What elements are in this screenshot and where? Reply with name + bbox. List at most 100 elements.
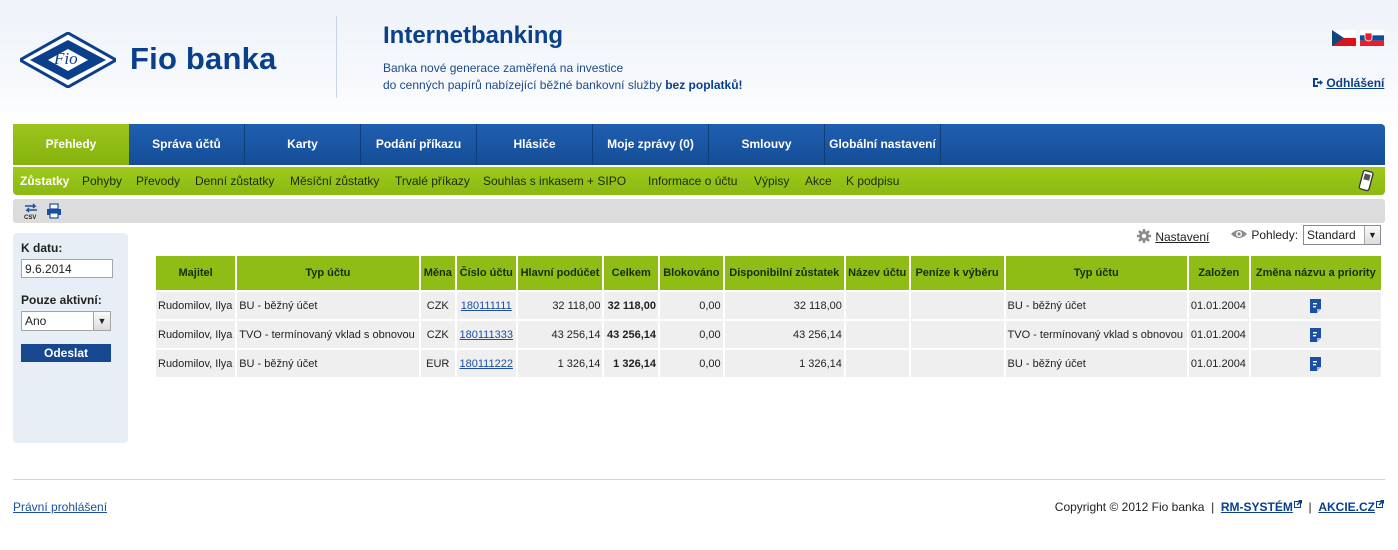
subnav-prevody[interactable]: Převody [136, 167, 180, 195]
logout-label[interactable]: Odhlášení [1326, 76, 1384, 90]
page-header: Fio Fio banka Internetbanking Banka nové… [0, 0, 1398, 125]
tab-globalni-nastaveni[interactable]: Globální nastavení [825, 124, 941, 165]
sub-nav: Zůstatky Pohyby Převody Denní zůstatky M… [13, 167, 1385, 195]
cell-withdraw [910, 321, 1004, 348]
subnav-zustatky[interactable]: Zůstatky [20, 167, 69, 195]
tab-moje-zpravy[interactable]: Moje zprávy (0) [593, 124, 709, 165]
cell-name [845, 321, 909, 348]
cell-total: 32 118,00 [604, 292, 658, 319]
col-header[interactable]: Název účtu [845, 256, 909, 290]
chevron-down-icon: ▼ [93, 312, 110, 330]
active-only-select[interactable]: Ano ▼ [21, 311, 111, 331]
col-header[interactable]: Měna [420, 256, 455, 290]
active-only-value: Ano [25, 314, 47, 328]
footer-left: Právní prohlášení [13, 500, 107, 514]
tab-smlouvy[interactable]: Smlouvy [709, 124, 825, 165]
csv-export-icon[interactable]: CSV [23, 202, 41, 220]
subnav-pohyby[interactable]: Pohyby [82, 167, 122, 195]
subnav-k-podpisu[interactable]: K podpisu [846, 167, 899, 195]
header-divider [336, 16, 337, 98]
account-number-link[interactable]: 180111111 [461, 300, 512, 312]
logo-mark-text: Fio [54, 49, 78, 68]
cell-number: 180111333 [456, 321, 516, 348]
slovak-flag-icon[interactable] [1360, 30, 1384, 46]
cell-main: 43 256,14 [517, 321, 603, 348]
header-subtitle-2: do cenných papírů nabízející běžné banko… [383, 78, 743, 92]
settings-label[interactable]: Nastavení [1155, 230, 1209, 244]
col-header[interactable]: Blokováno [659, 256, 723, 290]
cell-name [845, 292, 909, 319]
edit-icon[interactable] [1310, 356, 1322, 371]
fio-logo[interactable]: Fio Fio banka [20, 32, 320, 88]
footer-separator: | [1308, 500, 1312, 514]
logout-link[interactable]: Odhlášení [1312, 76, 1384, 90]
rm-system-link[interactable]: RM-SYSTÉM [1221, 500, 1293, 514]
account-number-link[interactable]: 180111222 [460, 358, 513, 370]
col-header[interactable]: Typ účtu [237, 256, 419, 290]
subnav-informace-o-uctu[interactable]: Informace o účtu [648, 167, 737, 195]
czech-flag-icon[interactable] [1332, 30, 1356, 46]
table-row: Rudomilov, Ilya BU - běžný účet EUR 1801… [156, 350, 1381, 377]
footer-separator: | [1211, 500, 1215, 514]
cell-edit [1250, 292, 1381, 319]
cell-owner: Rudomilov, Ilya [156, 292, 236, 319]
legal-link[interactable]: Právní prohlášení [13, 500, 107, 514]
submit-button[interactable]: Odeslat [21, 344, 111, 362]
cell-owner: Rudomilov, Ilya [156, 350, 236, 377]
accounts-table: Majitel Typ účtu Měna Číslo účtu Hlavní … [154, 254, 1383, 379]
language-flags [1332, 30, 1384, 46]
phone-icon[interactable] [1358, 170, 1374, 192]
filter-panel: K datu: Pouze aktivní: Ano ▼ Odeslat [13, 233, 128, 443]
external-link-icon [1376, 500, 1384, 508]
subnav-akce[interactable]: Akce [805, 167, 832, 195]
col-header[interactable]: Založen [1188, 256, 1249, 290]
brand-name: Fio banka [130, 41, 277, 76]
col-header[interactable]: Disponibilní zůstatek [724, 256, 844, 290]
settings-link[interactable]: Nastavení [1136, 228, 1209, 244]
cell-type: TVO - termínovaný vklad s obnovou [237, 321, 419, 348]
col-header[interactable]: Změna názvu a priority [1250, 256, 1381, 290]
subnav-trvale-prikazy[interactable]: Trvalé příkazy [395, 167, 470, 195]
cell-withdraw [910, 350, 1004, 377]
tab-podani-prikazu[interactable]: Podání příkazu [361, 124, 477, 165]
tab-prehledy[interactable]: Přehledy [13, 124, 129, 165]
tab-karty[interactable]: Karty [245, 124, 361, 165]
cell-number: 180111222 [456, 350, 516, 377]
cell-currency: CZK [420, 321, 455, 348]
akcie-link[interactable]: AKCIE.CZ [1318, 500, 1375, 514]
col-header[interactable]: Celkem [604, 256, 658, 290]
cell-type2: BU - běžný účet [1005, 350, 1187, 377]
cell-founded: 01.01.2004 [1188, 292, 1249, 319]
subnav-vypisy[interactable]: Výpisy [754, 167, 789, 195]
copyright-text: Copyright © 2012 Fio banka [1054, 500, 1205, 514]
col-header[interactable]: Typ účtu [1005, 256, 1187, 290]
footer-divider [13, 479, 1385, 480]
cell-founded: 01.01.2004 [1188, 321, 1249, 348]
col-header[interactable]: Číslo účtu [456, 256, 516, 290]
col-header[interactable]: Hlavní podúčet [517, 256, 603, 290]
subnav-souhlas-s-inkasem[interactable]: Souhlas s inkasem + SIPO [483, 167, 626, 195]
cell-type: BU - běžný účet [237, 350, 419, 377]
edit-icon[interactable] [1310, 298, 1322, 313]
table-row: Rudomilov, Ilya TVO - termínovaný vklad … [156, 321, 1381, 348]
cell-main: 32 118,00 [517, 292, 603, 319]
col-header[interactable]: Peníze k výběru [910, 256, 1004, 290]
tab-hlasice[interactable]: Hlásiče [477, 124, 593, 165]
subnav-mesicni-zustatky[interactable]: Měsíční zůstatky [290, 167, 379, 195]
print-icon[interactable] [45, 202, 63, 220]
cell-number: 180111111 [456, 292, 516, 319]
account-number-link[interactable]: 180111333 [460, 329, 513, 341]
external-link-icon [1293, 500, 1302, 508]
cell-edit [1250, 350, 1381, 377]
views-select[interactable]: Standard ▼ [1303, 225, 1381, 245]
logout-icon [1313, 78, 1323, 87]
cell-type2: BU - běžný účet [1005, 292, 1187, 319]
edit-icon[interactable] [1310, 327, 1322, 342]
tab-sprava-uctu[interactable]: Správa účtů [129, 124, 245, 165]
cell-blocked: 0,00 [659, 292, 723, 319]
date-label: K datu: [21, 241, 63, 255]
subnav-denni-zustatky[interactable]: Denní zůstatky [195, 167, 274, 195]
date-input[interactable] [21, 259, 113, 278]
main-nav: Přehledy Správa účtů Karty Podání příkaz… [13, 124, 1385, 165]
col-header[interactable]: Majitel [156, 256, 236, 290]
